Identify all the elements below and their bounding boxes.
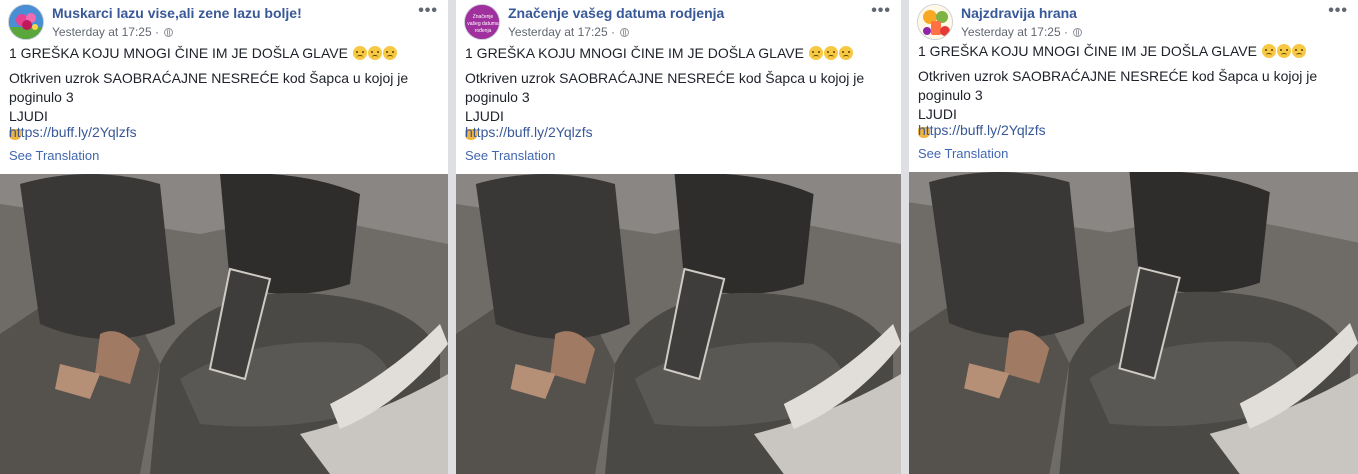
car-interior-photo[interactable] [0,174,448,474]
see-translation-link[interactable]: See Translation [918,146,1008,161]
post-card-2: Značenje vašeg datuma rođenja Značenje v… [456,0,901,474]
crying-emoji-icons [808,44,853,63]
article-link[interactable]: https://buff.ly/2Yqlzfs [9,124,137,140]
page-name-link[interactable]: Muskarci lazu vise,ali zene lazu bolje! [52,5,302,21]
photo-graphic [456,174,901,474]
purple-text-avatar-icon[interactable]: Značenje vašeg datuma rođenja [464,4,500,40]
crying-emoji-icons [352,44,397,63]
avatar-text-line3: rođenja [475,28,492,34]
post-card-1: Muskarci lazu vise,ali zene lazu bolje! … [0,0,448,474]
meta-separator: · [154,25,159,39]
photo-graphic [909,172,1358,474]
body-text: Otkriven uzrok SAOBRAĆAJNE NESREĆE kod Š… [9,70,409,105]
page-name-link[interactable]: Značenje vašeg datuma rodjenja [508,5,724,21]
avatar-text-line2: vašeg datuma [467,21,499,27]
meta-separator: · [610,25,615,39]
crying-emoji-icons [1261,42,1306,61]
post-header: Najzdravija hrana Yesterday at 17:25 · •… [917,2,1350,40]
headline-text: 1 GREŠKA KOJU MNOGI ČINE IM JE DOŠLA GLA… [9,45,348,61]
fruit-juice-avatar-icon[interactable] [917,4,953,40]
article-link[interactable]: https://buff.ly/2Yqlzfs [918,122,1046,138]
globe-icon [1073,28,1083,37]
post-header: Muskarci lazu vise,ali zene lazu bolje! … [8,2,440,40]
timestamp-link[interactable]: Yesterday at 17:25 [961,25,1061,39]
timestamp-link[interactable]: Yesterday at 17:25 [52,25,152,39]
flower-avatar-icon[interactable] [8,4,44,40]
headline-text: 1 GREŠKA KOJU MNOGI ČINE IM JE DOŠLA GLA… [465,45,804,61]
page-name-link[interactable]: Najzdravija hrana [961,5,1077,21]
article-link[interactable]: https://buff.ly/2Yqlzfs [465,124,593,140]
more-options-icon[interactable]: ••• [1328,2,1348,20]
globe-icon [620,28,630,37]
more-options-icon[interactable]: ••• [871,2,891,20]
photo-graphic [0,174,448,474]
body-text: Otkriven uzrok SAOBRAĆAJNE NESREĆE kod Š… [465,70,865,105]
timestamp-link[interactable]: Yesterday at 17:25 [508,25,608,39]
car-interior-photo[interactable] [909,172,1358,474]
post-card-3: Najzdravija hrana Yesterday at 17:25 · •… [909,0,1358,474]
car-interior-photo[interactable] [456,174,901,474]
post-header: Značenje vašeg datuma rođenja Značenje v… [464,2,893,40]
more-options-icon[interactable]: ••• [418,2,438,20]
meta-separator: · [1063,25,1068,39]
see-translation-link[interactable]: See Translation [465,148,555,163]
post-headline: 1 GREŠKA KOJU MNOGI ČINE IM JE DOŠLA GLA… [465,44,889,63]
avatar-text-line1: Značenje [473,14,494,20]
post-meta: Yesterday at 17:25 · [961,25,1083,39]
body-text: Otkriven uzrok SAOBRAĆAJNE NESREĆE kod Š… [918,68,1318,103]
globe-icon [164,28,174,37]
headline-text: 1 GREŠKA KOJU MNOGI ČINE IM JE DOŠLA GLA… [918,43,1257,59]
post-headline: 1 GREŠKA KOJU MNOGI ČINE IM JE DOŠLA GLA… [9,44,436,63]
post-meta: Yesterday at 17:25 · [52,25,174,39]
see-translation-link[interactable]: See Translation [9,148,99,163]
post-headline: 1 GREŠKA KOJU MNOGI ČINE IM JE DOŠLA GLA… [918,42,1346,61]
post-meta: Yesterday at 17:25 · [508,25,630,39]
